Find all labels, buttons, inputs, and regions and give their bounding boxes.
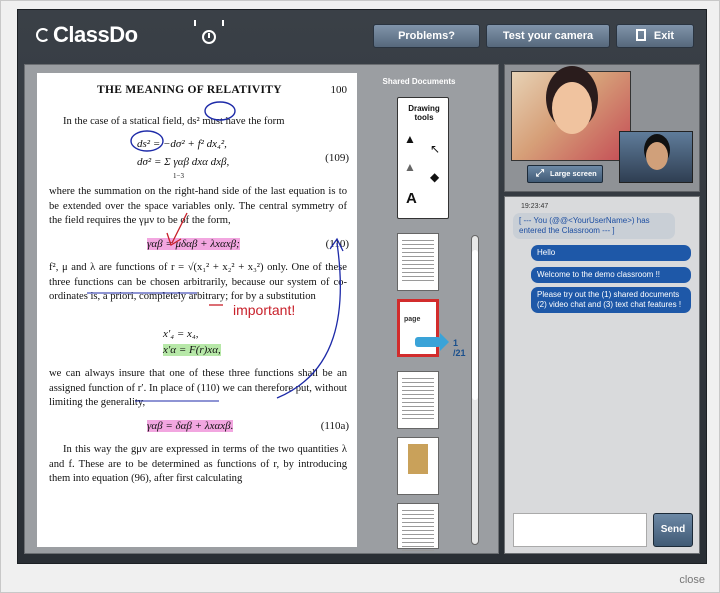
send-button[interactable]: Send (653, 513, 693, 547)
thumbnail-lines (402, 378, 434, 422)
equation-number: (110) (325, 238, 349, 250)
tick-mark (194, 20, 196, 26)
equation: x′₄ = x₄, (163, 328, 199, 340)
exit-door-icon (635, 29, 646, 41)
thumbnail-scrollbar[interactable] (471, 235, 479, 545)
main-video-feed (511, 71, 631, 161)
highlight: x′α = F(r)xα, (163, 344, 221, 356)
drawing-tools-title: Drawing tools (408, 104, 440, 122)
video-person (646, 142, 668, 170)
chat-message-system: [ --- You (@@<YourUserName>) has entered… (513, 213, 675, 239)
classroom-app: ClassDo Problems? Test your camera Exit … (17, 9, 707, 564)
thumbnail-image (408, 444, 428, 474)
exit-label: Exit (653, 30, 675, 42)
equation-subscript: 1−3 (173, 172, 184, 180)
paragraph: where the summation on the right-hand si… (49, 186, 347, 227)
equation: γαβ = δαβ + λxαxβ. (147, 419, 234, 434)
page-number: 100 (330, 84, 348, 96)
chat-message: Hello (531, 245, 691, 261)
page-thumbnail[interactable] (397, 233, 439, 291)
close-link[interactable]: close (679, 574, 705, 586)
tick-mark (222, 20, 224, 26)
chat-timestamp: 19:23:47 (521, 203, 549, 210)
large-screen-button[interactable]: ⤢ Large screen (527, 165, 603, 183)
document-panel: THE MEANING OF RELATIVITY 100 In the cas… (24, 64, 499, 554)
document-page[interactable]: THE MEANING OF RELATIVITY 100 In the cas… (37, 73, 357, 547)
page-thumbnail-selected[interactable]: page (397, 299, 439, 357)
test-camera-button[interactable]: Test your camera (486, 24, 610, 48)
exit-button[interactable]: Exit (616, 24, 694, 48)
drawing-tools: Drawing tools ▲ ↖ ▲ ◆ A (397, 97, 449, 219)
chat-input[interactable] (513, 513, 647, 547)
logo: ClassDo (36, 22, 138, 48)
header: ClassDo Problems? Test your camera Exit (18, 10, 708, 60)
problems-button[interactable]: Problems? (373, 24, 480, 48)
paragraph: f², μ and λ are functions of r = √(x₁² +… (49, 262, 347, 303)
self-video-feed (619, 131, 693, 183)
page-thumbnail[interactable] (397, 371, 439, 429)
pointer-arrow-icon[interactable]: ↖ (430, 142, 440, 156)
window: ClassDo Problems? Test your camera Exit … (0, 0, 720, 593)
pen-icon[interactable]: ▲ (404, 132, 416, 146)
paragraph: In the case of a statical field, ds² mus… (63, 116, 285, 127)
thumbnail-lines (402, 240, 434, 284)
scrollbar-thumb[interactable] (472, 250, 478, 400)
equation-number: (109) (325, 152, 349, 164)
chat-message: Welcome to the demo classroom !! (531, 267, 691, 283)
text-tool-icon[interactable]: A (406, 190, 417, 207)
current-page: 1 (453, 338, 459, 348)
thumbnail-lines (402, 510, 434, 554)
equation-number: (110a) (320, 420, 349, 432)
eraser-icon[interactable]: ◆ (430, 170, 439, 184)
page-indicator: 1/21 (453, 338, 466, 358)
cloud-icon (36, 28, 50, 42)
logo-text: ClassDo (53, 22, 138, 47)
chat-message: Please try out the (1) shared documents … (531, 287, 691, 313)
thumbnail-label: page (404, 316, 421, 323)
expand-icon: ⤢ (536, 168, 544, 179)
thumbnail-list: page (397, 225, 443, 555)
shared-documents-title: Shared Documents (382, 77, 456, 86)
video-panel: ⤢ Large screen (504, 64, 700, 192)
equation: ds² = −dσ² + f² dx₄², (137, 138, 227, 150)
arrow-right-icon (415, 333, 449, 351)
total-pages: /21 (453, 348, 466, 358)
equation: x′α = F(r)xα, (163, 343, 221, 358)
equation: γαβ = μδαβ + λxαxβ; (147, 237, 240, 252)
annotation-text: important! (233, 302, 296, 318)
page-thumbnail[interactable] (397, 437, 439, 495)
highlight: γαβ = μδαβ + λxαxβ; (147, 238, 240, 250)
marker-icon[interactable]: ▲ (404, 160, 416, 174)
chat-panel: 19:23:47 [ --- You (@@<YourUserName>) ha… (504, 196, 700, 554)
highlight: γαβ = δαβ + λxαxβ. (147, 420, 234, 432)
shared-documents: Shared Documents Drawing tools ▲ ↖ ▲ ◆ A … (367, 75, 497, 554)
paragraph: we can always insure that one of these t… (49, 368, 347, 409)
large-screen-label: Large screen (550, 169, 597, 178)
page-title: THE MEANING OF RELATIVITY (97, 84, 282, 96)
video-person (552, 82, 592, 134)
page-thumbnail[interactable] (397, 503, 439, 554)
paragraph: In this way the gμν are expressed in ter… (49, 444, 347, 485)
equation: dσ² = Σ γαβ dxα dxβ, (137, 156, 230, 168)
clock-icon (202, 30, 216, 44)
